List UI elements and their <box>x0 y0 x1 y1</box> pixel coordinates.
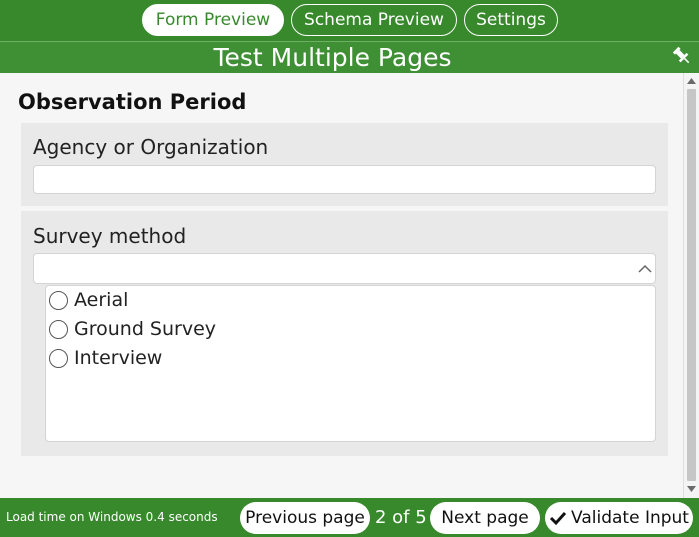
page-title: Observation Period <box>18 90 247 114</box>
scroll-up-icon[interactable] <box>684 74 699 88</box>
validate-input-button[interactable]: Validate Input <box>545 502 693 534</box>
agency-label: Agency or Organization <box>33 135 269 159</box>
survey-method-select[interactable] <box>33 253 656 284</box>
agency-input[interactable] <box>33 165 656 194</box>
option-label: Ground Survey <box>74 318 217 340</box>
form-title-bar: Test Multiple Pages <box>0 41 699 73</box>
footer-bar: Load time on Windows 0.4 seconds Previou… <box>0 498 699 537</box>
survey-method-label: Survey method <box>33 224 187 248</box>
radio-button[interactable] <box>49 290 68 310</box>
check-icon <box>549 510 567 526</box>
tab-settings[interactable]: Settings <box>464 4 558 36</box>
option-interview[interactable]: Interview <box>49 346 162 370</box>
survey-method-options: Aerial Ground Survey Interview <box>45 285 656 442</box>
option-label: Aerial <box>74 289 129 311</box>
option-aerial[interactable]: Aerial <box>49 288 128 312</box>
load-time-text: Load time on Windows 0.4 seconds <box>6 510 218 524</box>
option-ground-survey[interactable]: Ground Survey <box>49 317 216 341</box>
vertical-scrollbar[interactable] <box>683 73 699 498</box>
form-title: Test Multiple Pages <box>213 43 452 72</box>
next-page-button[interactable]: Next page <box>430 502 540 534</box>
form-content-area: Observation Period Agency or Organizatio… <box>0 73 683 498</box>
top-nav-bar: Form Preview Schema Preview Settings <box>0 0 699 41</box>
tab-form-preview[interactable]: Form Preview <box>142 4 284 36</box>
option-label: Interview <box>74 347 163 369</box>
survey-method-panel: Survey method Aerial Ground Survey Inter… <box>21 211 668 456</box>
tab-schema-preview[interactable]: Schema Preview <box>291 4 457 36</box>
page-indicator: 2 of 5 <box>375 507 427 528</box>
radio-button[interactable] <box>49 348 68 368</box>
scroll-down-icon[interactable] <box>684 482 699 496</box>
chevron-up-icon[interactable] <box>637 261 653 275</box>
agency-field-panel: Agency or Organization <box>21 123 668 206</box>
previous-page-button[interactable]: Previous page <box>240 502 370 534</box>
validate-input-label: Validate Input <box>571 508 689 528</box>
pin-icon[interactable] <box>671 45 693 67</box>
scrollbar-thumb[interactable] <box>687 89 696 481</box>
radio-button[interactable] <box>49 319 68 339</box>
